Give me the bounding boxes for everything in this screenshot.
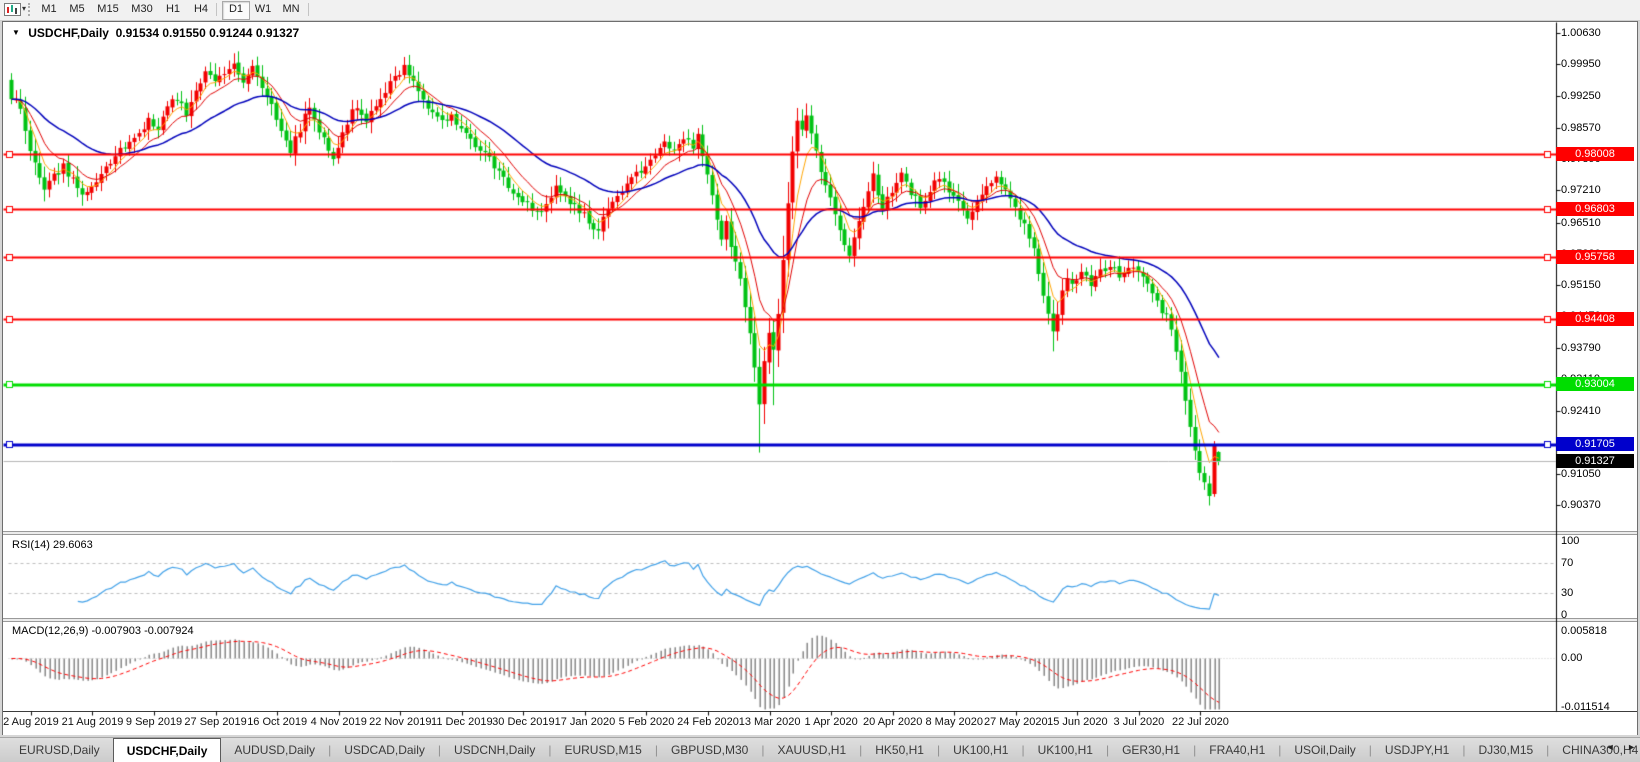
tab-eurusd-daily[interactable]: EURUSD,Daily: [6, 738, 113, 762]
tab-fra40-h1[interactable]: FRA40,H1: [1196, 738, 1278, 762]
date-label: 4 Nov 2019: [310, 716, 367, 728]
terminal-workspace: ▾ M1 M5 M15 M30 H1 H4 D1 W1 MN ▼ USDCHF,Daily 0.…: [0, 0, 1640, 762]
chart-profile-button[interactable]: [4, 3, 21, 21]
price-level-badge: 0.93004: [1556, 376, 1634, 391]
tab-uk100-h1[interactable]: UK100,H1: [1025, 738, 1106, 762]
tab-ger30-h1[interactable]: GER30,H1: [1109, 738, 1193, 762]
tab-usdcad-daily[interactable]: USDCAD,Daily: [331, 738, 438, 762]
price-tick-label: 0.91050: [1561, 467, 1601, 480]
tab-hk50-h1[interactable]: HK50,H1: [862, 738, 937, 762]
ohlc-open: 0.91534: [115, 26, 160, 40]
price-tick-label: 0.96510: [1561, 216, 1601, 229]
timeframe-button-D1[interactable]: D1: [222, 1, 250, 20]
ohlc-high: 0.91550: [162, 26, 206, 40]
tab-usoil-daily[interactable]: USOil,Daily: [1281, 738, 1368, 762]
date-label: 13 Mar 2020: [738, 716, 801, 728]
price-tick-label: 0.99250: [1561, 90, 1601, 103]
chart-plot-area[interactable]: [0, 0, 1640, 762]
price-level-badge: 0.98008: [1556, 146, 1634, 161]
timeframe-button-H4[interactable]: H4: [188, 1, 214, 18]
price-tick-label: 0.97210: [1561, 184, 1601, 197]
rsi-tick-label: 100: [1561, 535, 1580, 547]
macd-indicator-label: MACD(12,26,9) -0.007903 -0.007924: [12, 625, 194, 637]
timeframe-button-W1[interactable]: W1: [250, 1, 276, 18]
tab-uk100-h1[interactable]: UK100,H1: [940, 738, 1021, 762]
timeframe-button-M15[interactable]: M15: [92, 1, 124, 18]
macd-tick-label: -0.011514: [1561, 701, 1610, 713]
current-price-badge: 0.91327: [1556, 453, 1634, 468]
date-label: 22 Nov 2019: [369, 716, 432, 728]
price-tick-label: 0.92410: [1561, 405, 1601, 418]
date-label: 8 May 2020: [925, 716, 983, 728]
toolbar-separator-1: [216, 3, 217, 16]
date-label: 11 Dec 2019: [431, 716, 493, 728]
date-label: 24 Feb 2020: [677, 716, 739, 728]
tab-usdjpy-h1[interactable]: USDJPY,H1: [1372, 738, 1462, 762]
price-level-badge: 0.95758: [1556, 250, 1634, 265]
ohlc-low: 0.91244: [209, 26, 253, 40]
date-label: 16 Oct 2019: [247, 716, 308, 728]
tab-scroll-right-icon[interactable]: ►: [1627, 742, 1636, 752]
tab-dj30-m15[interactable]: DJ30,M15: [1465, 738, 1546, 762]
chart-profile-caret: ▾: [22, 4, 27, 13]
rsi-tick-label: 70: [1561, 557, 1574, 570]
timeframe-button-M30[interactable]: M30: [126, 1, 158, 18]
tab-usdcnh-daily[interactable]: USDCNH,Daily: [441, 738, 548, 762]
price-tick-label: 0.98570: [1561, 121, 1601, 134]
ohlc-close: 0.91327: [255, 26, 300, 40]
date-label: 21 Aug 2019: [61, 716, 124, 728]
toolbar-grip[interactable]: [28, 3, 32, 16]
tab-xauusd-h1[interactable]: XAUUSD,H1: [764, 738, 859, 762]
toolbar-separator-2: [308, 3, 309, 16]
timeframe-button-MN[interactable]: MN: [278, 1, 304, 18]
timeframe-button-H1[interactable]: H1: [160, 1, 186, 18]
chart-candles-icon: [4, 3, 21, 16]
price-tick-label: 0.90370: [1561, 499, 1601, 511]
tab-scroll-buttons: ◄ ►: [1596, 742, 1636, 752]
tab-eurusd-m15[interactable]: EURUSD,M15: [551, 738, 654, 762]
price-level-badge: 0.94408: [1556, 312, 1634, 327]
date-label: 22 Jul 2020: [1172, 716, 1229, 728]
date-label: 3 Jul 2020: [1113, 716, 1165, 728]
date-label: 30 Dec 2019: [492, 716, 555, 728]
tab-scroll-left-icon[interactable]: ◄: [1606, 742, 1615, 752]
macd-tick-label: 0.00: [1561, 652, 1583, 664]
symbol-dropdown-icon[interactable]: ▼: [12, 28, 20, 37]
rsi-tick-label: 30: [1561, 586, 1574, 599]
price-tick-label: 1.00630: [1561, 27, 1601, 39]
date-label: 17 Jan 2020: [554, 716, 616, 728]
date-label: 27 May 2020: [984, 716, 1048, 728]
timeframe-button-M5[interactable]: M5: [64, 1, 90, 18]
date-label: 20 Apr 2020: [863, 716, 923, 728]
macd-tick-label: 0.005818: [1561, 625, 1607, 637]
date-label: 1 Apr 2020: [804, 716, 858, 728]
date-label: 9 Sep 2019: [125, 716, 183, 728]
rsi-tick-label: 0: [1561, 609, 1568, 621]
rsi-indicator-label: RSI(14) 29.6063: [12, 539, 93, 551]
tab-gbpusd-m30[interactable]: GBPUSD,M30: [658, 738, 761, 762]
tab-audusd-daily[interactable]: AUDUSD,Daily: [221, 738, 328, 762]
timeframe-button-M1[interactable]: M1: [36, 1, 62, 18]
tab-usdchf-daily[interactable]: USDCHF,Daily: [112, 738, 222, 762]
timeframe-toolbar: ▾ M1 M5 M15 M30 H1 H4 D1 W1 MN: [0, 0, 1640, 21]
price-level-badge: 0.91705: [1556, 436, 1634, 451]
chart-title: ▼ USDCHF,Daily 0.91534 0.91550 0.91244 0…: [12, 26, 299, 40]
price-level-badge: 0.96803: [1556, 202, 1634, 217]
date-label: 2 Aug 2019: [3, 716, 59, 728]
price-tick-label: 0.95150: [1561, 279, 1601, 292]
chart-symbol: USDCHF,Daily: [28, 26, 109, 40]
price-tick-label: 0.99950: [1561, 58, 1601, 71]
date-label: 27 Sep 2019: [184, 716, 247, 728]
price-tick-label: 0.93790: [1561, 341, 1601, 354]
date-label: 5 Feb 2020: [618, 716, 675, 728]
date-label: 15 Jun 2020: [1047, 716, 1108, 728]
chart-tab-bar: EURUSD,Daily USDCHF,Daily AUDUSD,Daily | USD…: [0, 737, 1640, 762]
